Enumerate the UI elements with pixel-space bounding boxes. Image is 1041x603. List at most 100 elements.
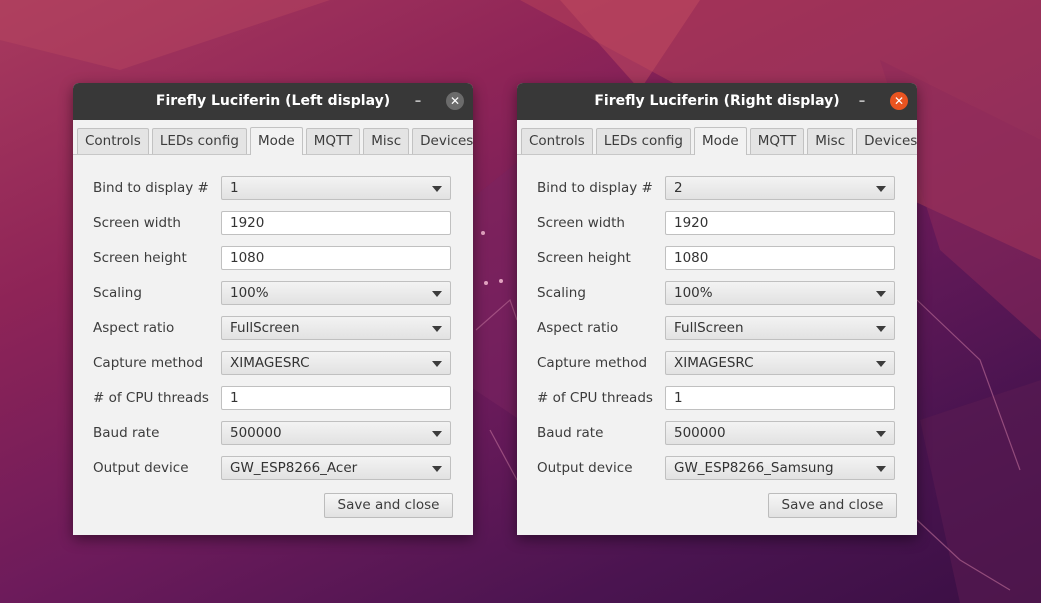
- bind-display-value: 1: [230, 180, 239, 196]
- tab-bar: Controls LEDs config Mode MQTT Misc Devi…: [73, 124, 473, 155]
- aspect-ratio-select[interactable]: FullScreen: [665, 316, 895, 340]
- dropdown-arrow-icon: [432, 466, 442, 472]
- screen-height-input[interactable]: 1080: [221, 246, 451, 270]
- capture-method-label: Capture method: [537, 355, 648, 371]
- cpu-threads-row: # of CPU threads 1: [93, 386, 453, 421]
- screen-height-row: Screen height 1080: [93, 246, 453, 281]
- cpu-threads-label: # of CPU threads: [537, 390, 653, 406]
- baud-rate-value: 500000: [230, 425, 282, 441]
- window-titlebar[interactable]: Firefly Luciferin (Right display) – ✕: [517, 83, 917, 120]
- cpu-threads-label: # of CPU threads: [93, 390, 209, 406]
- bind-display-select[interactable]: 2: [665, 176, 895, 200]
- tab-bar: Controls LEDs config Mode MQTT Misc Devi…: [517, 124, 917, 155]
- save-and-close-button[interactable]: Save and close: [324, 493, 453, 518]
- aspect-ratio-row: Aspect ratio FullScreen: [537, 316, 897, 351]
- tab-controls[interactable]: Controls: [77, 128, 149, 154]
- tab-devices[interactable]: Devices: [856, 128, 917, 154]
- scaling-value: 100%: [674, 285, 713, 301]
- aspect-ratio-value: FullScreen: [230, 320, 300, 336]
- bind-display-row: Bind to display # 2: [537, 176, 897, 211]
- scaling-select[interactable]: 100%: [665, 281, 895, 305]
- dropdown-arrow-icon: [876, 291, 886, 297]
- cpu-threads-input[interactable]: 1: [221, 386, 451, 410]
- save-and-close-button[interactable]: Save and close: [768, 493, 897, 518]
- minimize-icon[interactable]: –: [854, 94, 870, 110]
- capture-method-select[interactable]: XIMAGESRC: [665, 351, 895, 375]
- dropdown-arrow-icon: [876, 466, 886, 472]
- cpu-threads-row: # of CPU threads 1: [537, 386, 897, 421]
- tab-mqtt[interactable]: MQTT: [305, 128, 361, 154]
- dropdown-arrow-icon: [876, 186, 886, 192]
- tab-mode[interactable]: Mode: [249, 127, 303, 155]
- dropdown-arrow-icon: [876, 361, 886, 367]
- dropdown-arrow-icon: [876, 326, 886, 332]
- scaling-select[interactable]: 100%: [221, 281, 451, 305]
- screen-height-label: Screen height: [537, 250, 631, 266]
- output-device-row: Output device GW_ESP8266_Samsung: [537, 456, 897, 491]
- tab-misc[interactable]: Misc: [807, 128, 854, 154]
- aspect-ratio-row: Aspect ratio FullScreen: [93, 316, 453, 351]
- scaling-row: Scaling 100%: [537, 281, 897, 316]
- bind-display-label: Bind to display #: [537, 180, 653, 196]
- aspect-ratio-label: Aspect ratio: [537, 320, 619, 336]
- output-device-select[interactable]: GW_ESP8266_Acer: [221, 456, 451, 480]
- window-titlebar[interactable]: Firefly Luciferin (Left display) – ✕: [73, 83, 473, 120]
- scaling-row: Scaling 100%: [93, 281, 453, 316]
- baud-rate-row: Baud rate 500000: [537, 421, 897, 456]
- tab-mode[interactable]: Mode: [693, 127, 747, 155]
- tab-leds-config[interactable]: LEDs config: [151, 128, 247, 154]
- tab-devices[interactable]: Devices: [412, 128, 473, 154]
- capture-method-select[interactable]: XIMAGESRC: [221, 351, 451, 375]
- desktop-background: Firefly Luciferin (Left display) – ✕ Con…: [0, 0, 1041, 603]
- scaling-value: 100%: [230, 285, 269, 301]
- tab-mqtt[interactable]: MQTT: [749, 128, 805, 154]
- screen-height-input[interactable]: 1080: [665, 246, 895, 270]
- baud-rate-label: Baud rate: [537, 425, 604, 441]
- aspect-ratio-label: Aspect ratio: [93, 320, 175, 336]
- baud-rate-select[interactable]: 500000: [665, 421, 895, 445]
- close-icon[interactable]: ✕: [890, 92, 908, 110]
- screen-width-input[interactable]: 1920: [221, 211, 451, 235]
- output-device-label: Output device: [93, 460, 189, 476]
- scaling-label: Scaling: [93, 285, 142, 301]
- bind-display-select[interactable]: 1: [221, 176, 451, 200]
- baud-rate-select[interactable]: 500000: [221, 421, 451, 445]
- right-display-window: Firefly Luciferin (Right display) – ✕ Co…: [517, 83, 917, 535]
- capture-method-row: Capture method XIMAGESRC: [537, 351, 897, 386]
- screen-width-label: Screen width: [537, 215, 625, 231]
- screen-width-input[interactable]: 1920: [665, 211, 895, 235]
- capture-method-label: Capture method: [93, 355, 204, 371]
- dropdown-arrow-icon: [876, 431, 886, 437]
- baud-rate-value: 500000: [674, 425, 726, 441]
- screen-height-row: Screen height 1080: [537, 246, 897, 281]
- window-title: Firefly Luciferin (Left display): [155, 93, 391, 109]
- baud-rate-label: Baud rate: [93, 425, 160, 441]
- bind-display-row: Bind to display # 1: [93, 176, 453, 211]
- aspect-ratio-value: FullScreen: [674, 320, 744, 336]
- screen-height-label: Screen height: [93, 250, 187, 266]
- tab-controls[interactable]: Controls: [521, 128, 593, 154]
- capture-method-value: XIMAGESRC: [674, 355, 754, 371]
- output-device-select[interactable]: GW_ESP8266_Samsung: [665, 456, 895, 480]
- minimize-icon[interactable]: –: [410, 94, 426, 110]
- bind-display-value: 2: [674, 180, 683, 196]
- scaling-label: Scaling: [537, 285, 586, 301]
- window-title: Firefly Luciferin (Right display): [594, 93, 840, 109]
- output-device-row: Output device GW_ESP8266_Acer: [93, 456, 453, 491]
- dropdown-arrow-icon: [432, 431, 442, 437]
- aspect-ratio-select[interactable]: FullScreen: [221, 316, 451, 340]
- dropdown-arrow-icon: [432, 326, 442, 332]
- tab-misc[interactable]: Misc: [363, 128, 410, 154]
- left-display-window: Firefly Luciferin (Left display) – ✕ Con…: [73, 83, 473, 535]
- capture-method-value: XIMAGESRC: [230, 355, 310, 371]
- bind-display-label: Bind to display #: [93, 180, 209, 196]
- output-device-value: GW_ESP8266_Acer: [230, 460, 358, 476]
- output-device-label: Output device: [537, 460, 633, 476]
- cpu-threads-input[interactable]: 1: [665, 386, 895, 410]
- dropdown-arrow-icon: [432, 186, 442, 192]
- baud-rate-row: Baud rate 500000: [93, 421, 453, 456]
- screen-width-row: Screen width 1920: [537, 211, 897, 246]
- tab-leds-config[interactable]: LEDs config: [595, 128, 691, 154]
- screen-width-row: Screen width 1920: [93, 211, 453, 246]
- close-icon[interactable]: ✕: [446, 92, 464, 110]
